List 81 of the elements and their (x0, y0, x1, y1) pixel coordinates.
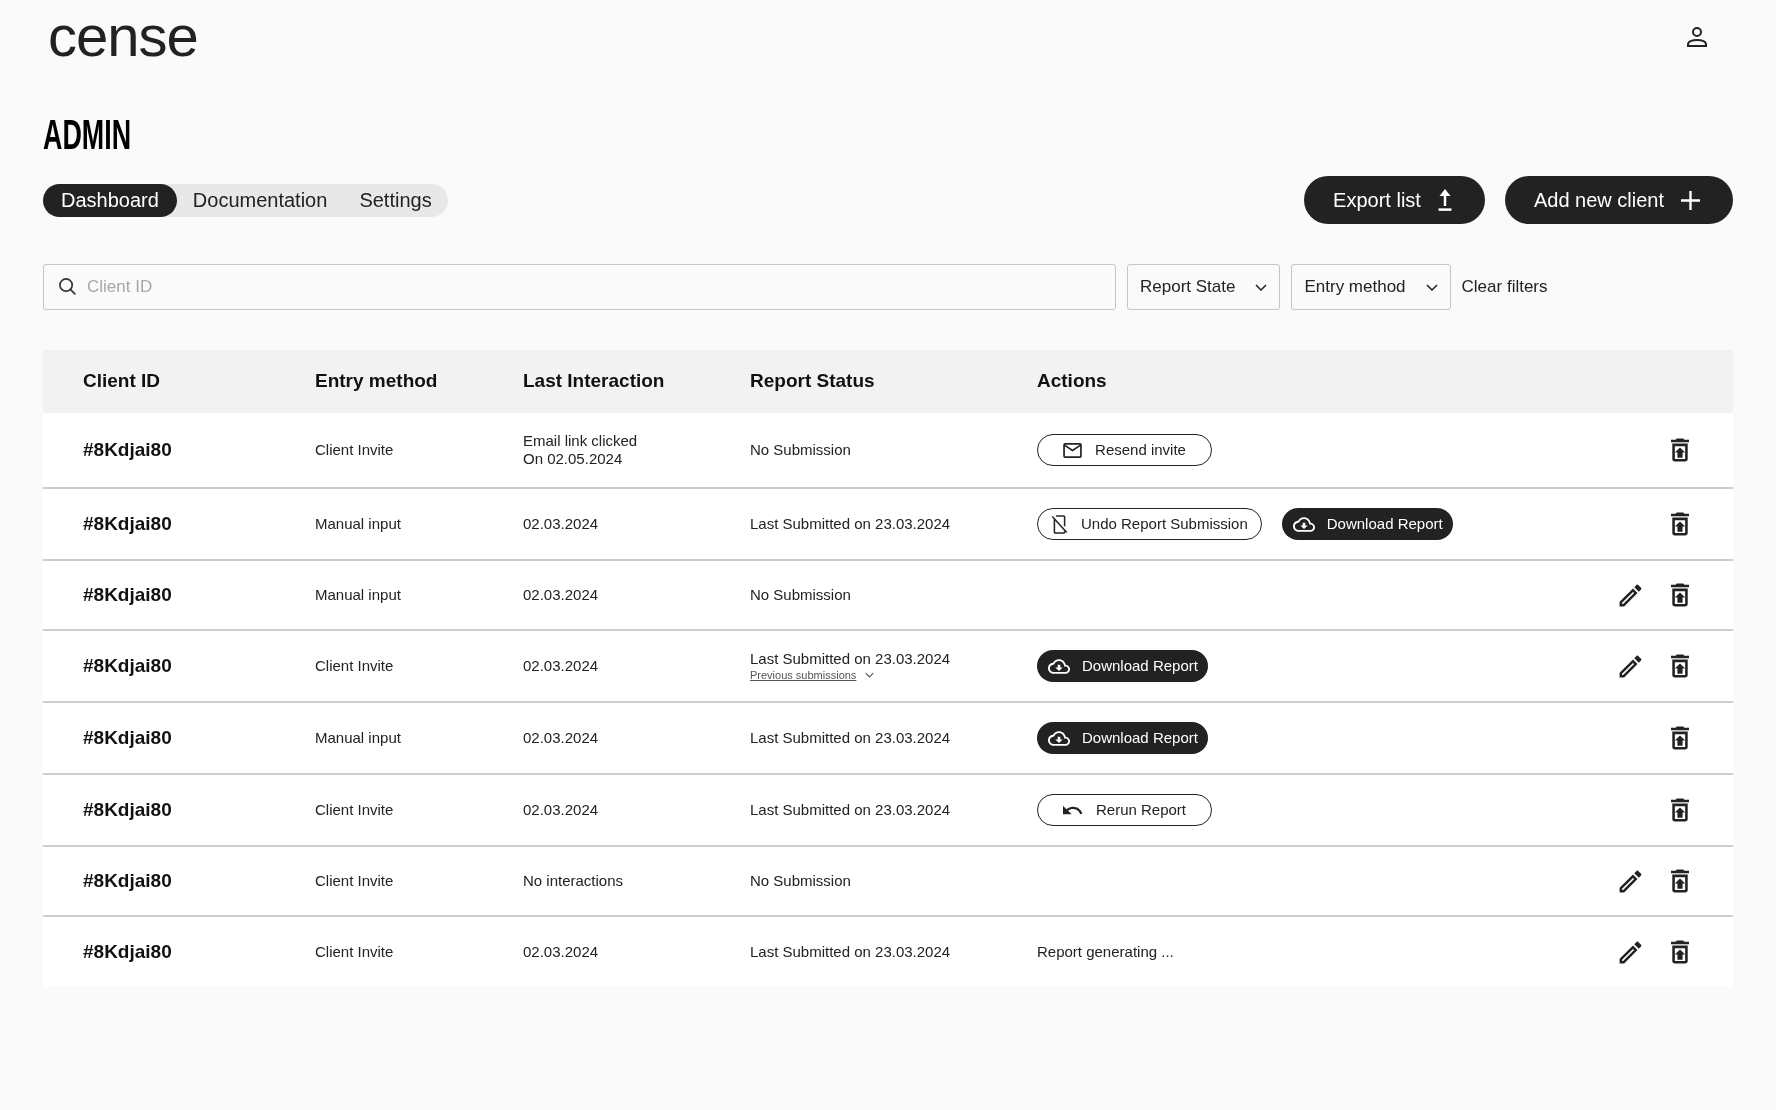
mail-icon (1063, 442, 1083, 458)
report-status: No Submission (750, 872, 851, 890)
client-id: #8Kdjai80 (83, 797, 172, 822)
crossed-out-document-icon (1051, 514, 1068, 534)
pencil-icon[interactable] (1619, 940, 1642, 964)
trash-icon[interactable] (1671, 798, 1689, 822)
last-interaction: No interactions (523, 872, 624, 890)
report-status: No Submission (750, 441, 851, 459)
report-status: Last Submitted on 23.03.2024 (750, 515, 951, 533)
client-id: #8Kdjai80 (83, 868, 172, 893)
entry-method: Client Invite (315, 439, 394, 460)
resend-invite-button[interactable]: Resend invite (1037, 434, 1212, 466)
undo-arrow-icon (1062, 805, 1083, 815)
column-header: Entry method (315, 369, 438, 394)
last-interaction: 02.03.2024 (523, 657, 599, 675)
last-interaction: 02.03.2024 (523, 943, 599, 961)
trash-icon[interactable] (1671, 940, 1689, 964)
client-id: #8Kdjai80 (83, 653, 172, 678)
download-report-button[interactable]: Download Report (1037, 722, 1208, 754)
cloud-download-icon (1292, 516, 1315, 532)
pencil-icon[interactable] (1619, 583, 1642, 607)
tab[interactable]: Documentation (176, 183, 344, 217)
client-id: #8Kdjai80 (83, 939, 172, 964)
entry-method: Client Invite (315, 799, 394, 820)
export-list-button[interactable]: Export list (1304, 176, 1485, 224)
client-id: #8Kdjai80 (83, 437, 172, 462)
trash-icon[interactable] (1671, 726, 1689, 750)
rerun-report-button[interactable]: Rerun Report (1037, 794, 1212, 826)
pencil-icon[interactable] (1619, 654, 1642, 678)
report-status: Last Submitted on 23.03.2024 (750, 801, 951, 819)
cloud-download-icon (1048, 730, 1070, 746)
chevron-down-icon (865, 672, 875, 678)
plus-icon (1681, 190, 1700, 210)
trash-icon[interactable] (1671, 654, 1689, 678)
last-interaction: 02.03.2024 (523, 586, 599, 604)
report-status: Last Submitted on 23.03.2024 (750, 943, 951, 961)
last-interaction: 02.03.2024 (523, 729, 599, 747)
chevron-down-icon (1425, 283, 1438, 291)
column-header: Report Status (750, 369, 875, 394)
entry-method: Manual input (315, 513, 401, 534)
pencil-icon[interactable] (1619, 869, 1642, 893)
last-interaction: 02.03.2024 (523, 801, 599, 819)
logo[interactable]: cense (48, 7, 198, 65)
cloud-download-icon (1048, 658, 1070, 674)
download-report-button[interactable]: Download Report (1037, 650, 1208, 682)
trash-icon[interactable] (1671, 869, 1689, 893)
last-interaction: 02.03.2024 (523, 515, 599, 533)
add-client-button[interactable]: Add new client (1504, 176, 1733, 224)
last-interaction: Email link clicked On 02.05.2024 (523, 432, 638, 468)
undo-submission-button[interactable]: Undo Report Submission (1037, 508, 1262, 540)
report-status: Last Submitted on 23.03.2024 (750, 650, 951, 668)
client-id: #8Kdjai80 (83, 725, 172, 750)
trash-icon[interactable] (1671, 512, 1689, 536)
generating-status: Report generating ... (1037, 941, 1174, 962)
column-header: Last Interaction (523, 369, 665, 394)
entry-method: Manual input (315, 727, 401, 748)
entry-method: Client Invite (315, 870, 394, 891)
search-icon (59, 278, 76, 295)
upload-icon (1437, 189, 1452, 211)
tab[interactable]: Settings (343, 183, 448, 217)
search-field[interactable]: Client ID (43, 264, 1116, 310)
entry-method: Client Invite (315, 655, 394, 676)
filter-dropdown[interactable]: Entry method (1291, 264, 1451, 310)
report-status: No Submission (750, 586, 851, 604)
clear-filters-button[interactable]: Clear filters (1461, 274, 1548, 300)
page-title: ADMIN (43, 113, 132, 157)
client-id: #8Kdjai80 (83, 582, 172, 607)
client-id: #8Kdjai80 (83, 511, 172, 536)
user-icon[interactable] (1686, 26, 1708, 48)
chevron-down-icon (1255, 283, 1268, 291)
report-status: Last Submitted on 23.03.2024 (750, 729, 951, 747)
filter-dropdown[interactable]: Report State (1127, 264, 1281, 310)
previous-submissions-link[interactable]: Previous submissions (750, 668, 875, 682)
trash-icon[interactable] (1671, 438, 1689, 462)
entry-method: Client Invite (315, 941, 394, 962)
trash-icon[interactable] (1671, 583, 1689, 607)
column-header: Client ID (83, 369, 161, 394)
column-header: Actions (1037, 369, 1107, 394)
download-report-button[interactable]: Download Report (1281, 508, 1453, 540)
entry-method: Manual input (315, 584, 401, 605)
tab[interactable]: Dashboard (43, 183, 177, 217)
